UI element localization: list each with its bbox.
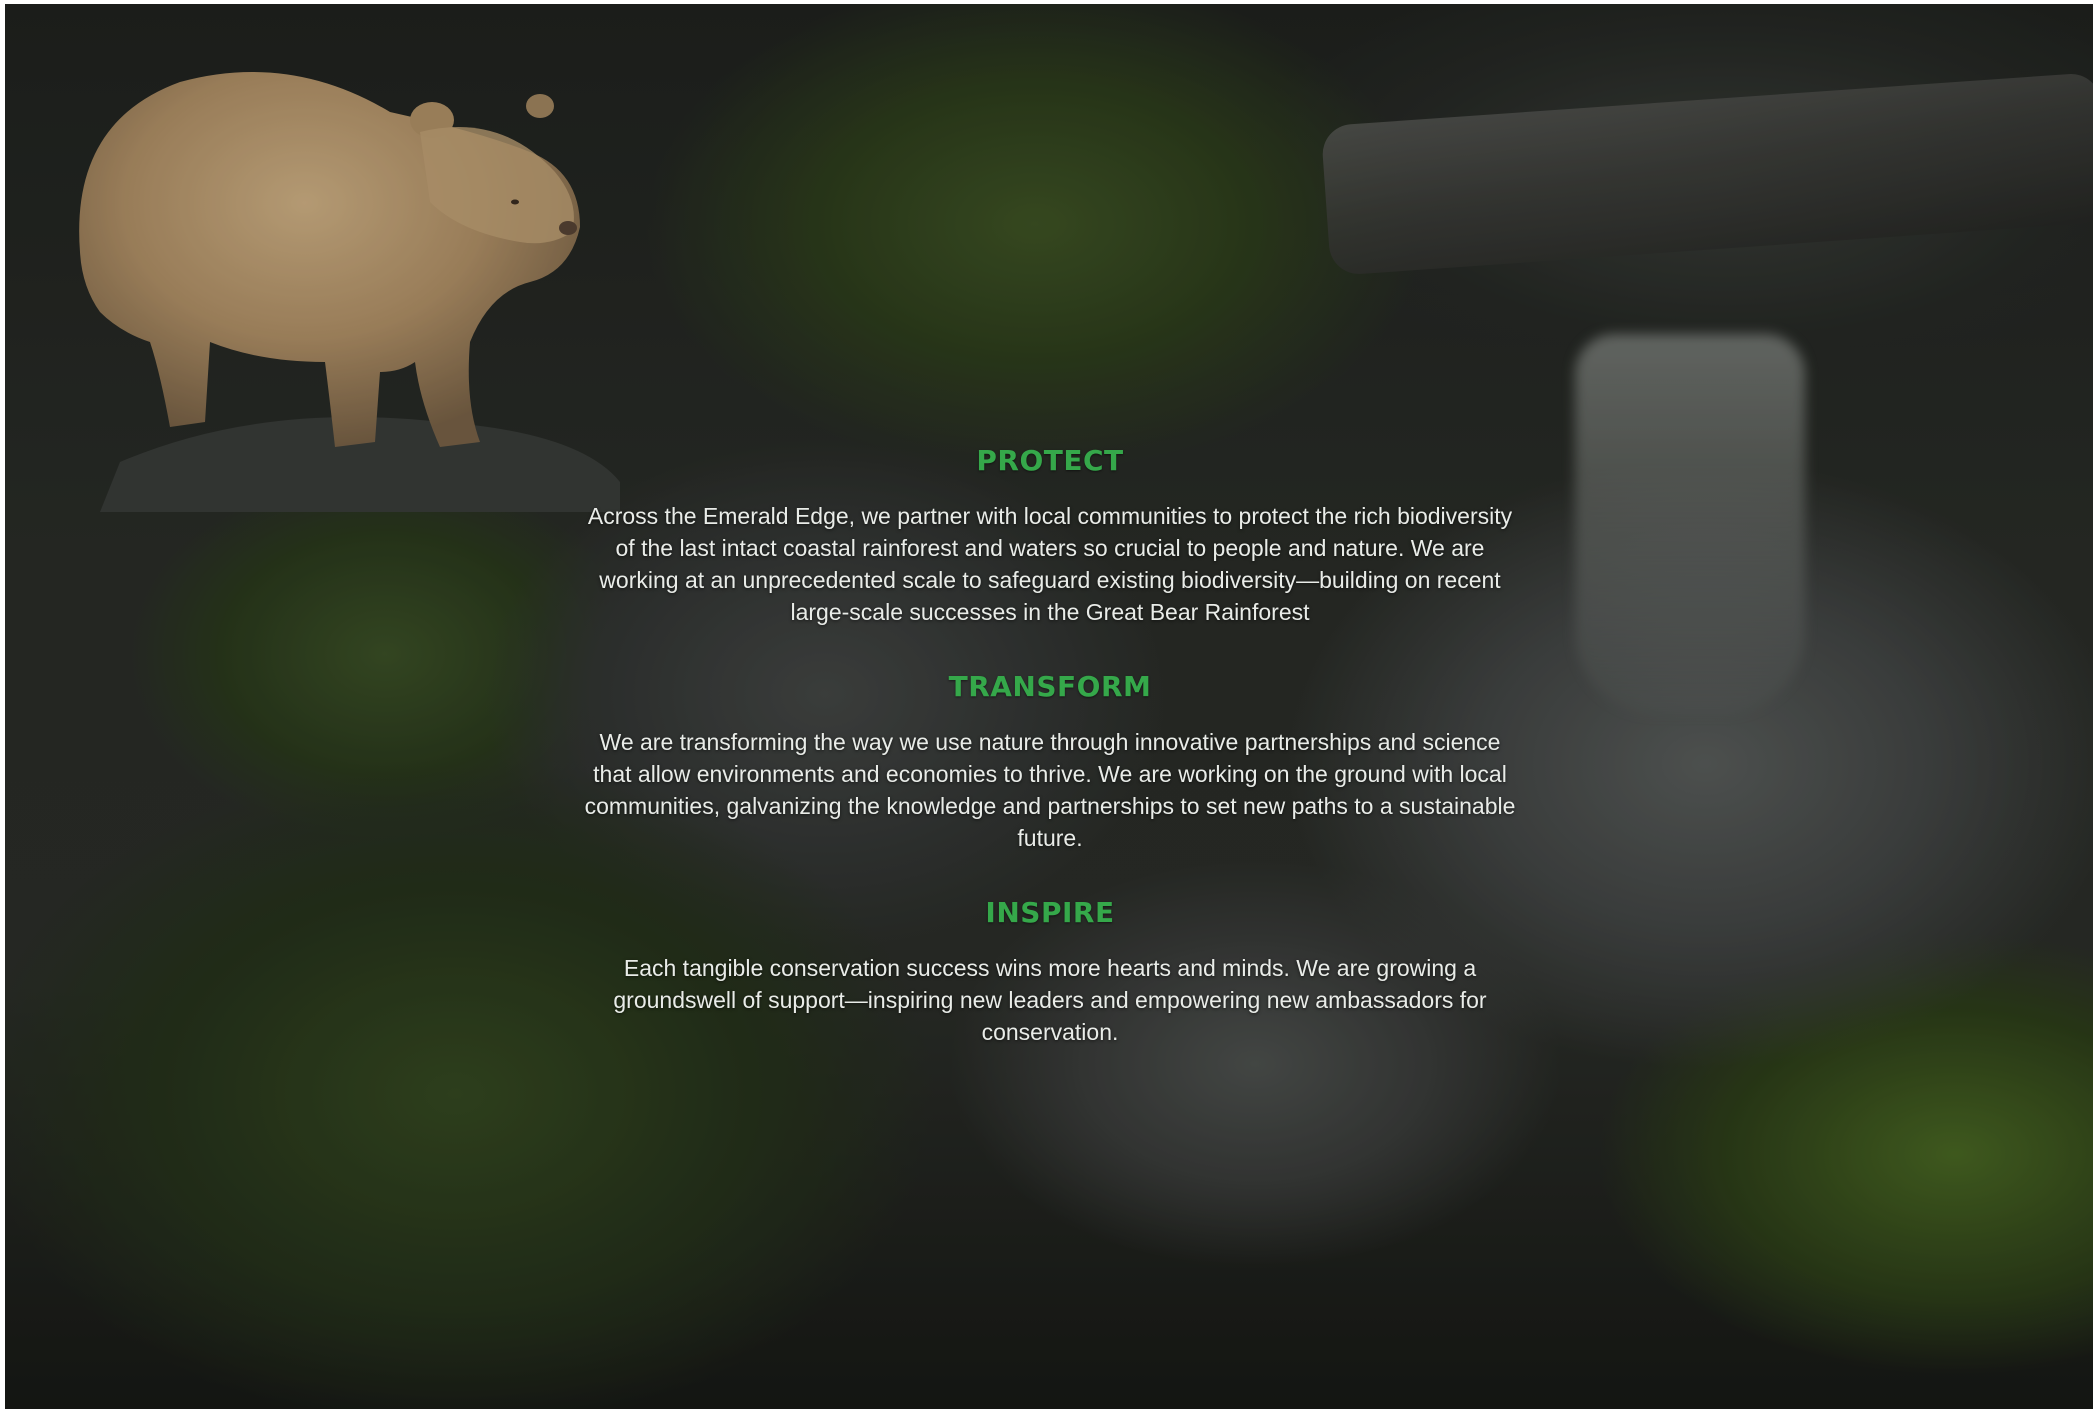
mission-content: PROTECT Across the Emerald Edge, we part…	[565, 444, 1535, 1090]
section-body: Across the Emerald Edge, we partner with…	[587, 503, 1513, 625]
section-protect: PROTECT Across the Emerald Edge, we part…	[565, 444, 1535, 628]
section-body: Each tangible conservation success wins …	[613, 955, 1487, 1045]
section-transform: TRANSFORM We are transforming the way we…	[565, 670, 1535, 854]
section-heading: PROTECT	[976, 444, 1124, 477]
section-heading: INSPIRE	[985, 896, 1115, 929]
section-body: We are transforming the way we use natur…	[584, 729, 1516, 851]
section-inspire: INSPIRE Each tangible conservation succe…	[565, 896, 1535, 1048]
section-heading: TRANSFORM	[948, 670, 1152, 703]
page-frame: PROTECT Across the Emerald Edge, we part…	[5, 4, 2093, 1409]
